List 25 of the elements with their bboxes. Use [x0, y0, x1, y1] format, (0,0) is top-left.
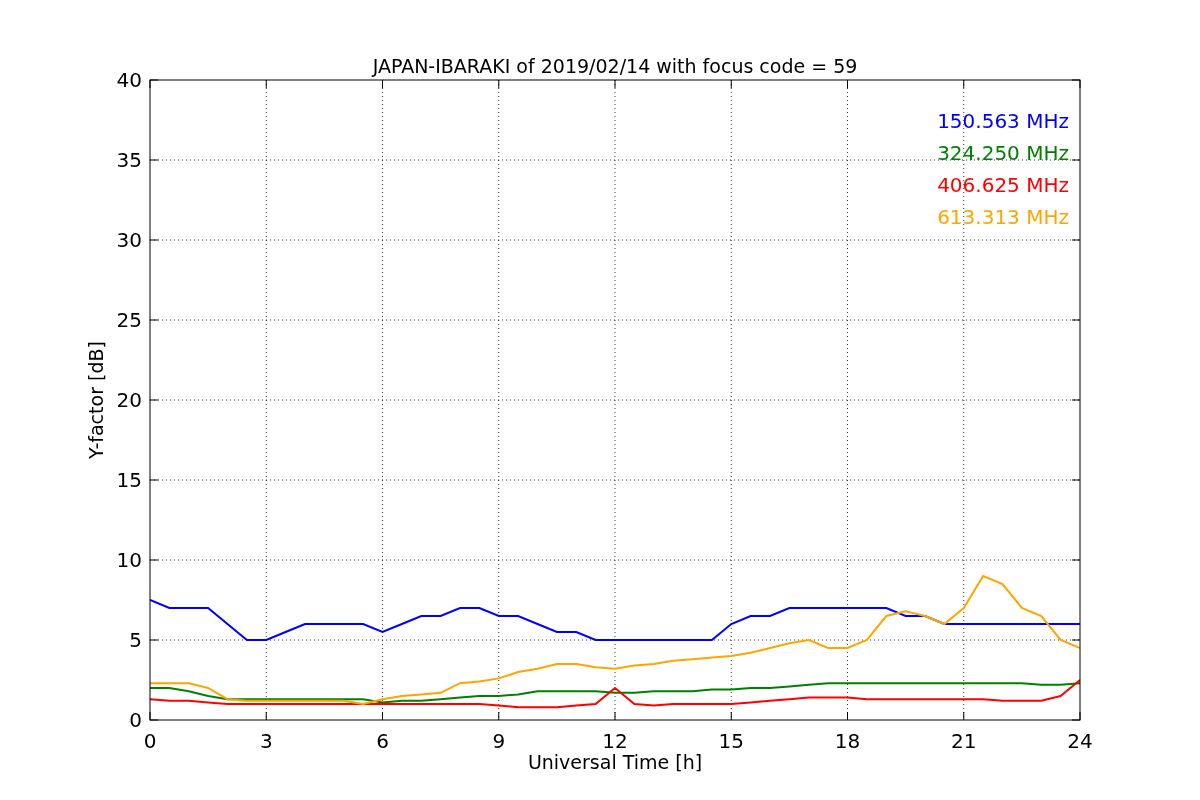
tick-label: 15: [116, 468, 142, 492]
tick-label: 30: [116, 228, 142, 252]
tick-label: 35: [116, 148, 142, 172]
tick-label: 12: [602, 729, 628, 753]
tick-label: 3: [259, 729, 273, 753]
x-axis-label: Universal Time [h]: [527, 751, 703, 773]
tick-label: 40: [116, 68, 142, 92]
tick-label: 0: [143, 729, 157, 753]
tick-label: 0: [129, 708, 142, 732]
legend-label: 324.250 MHz: [937, 141, 1069, 165]
tick-label: 24: [1067, 729, 1093, 753]
chart-title: JAPAN-IBARAKI of 2019/02/14 with focus code = 59: [372, 55, 858, 77]
tick-label: 6: [376, 729, 389, 753]
tick-label: 18: [834, 729, 861, 753]
tick-label: 10: [116, 548, 142, 572]
tick-label: 25: [116, 308, 142, 332]
y-axis-label: Y-factor [dB]: [85, 341, 107, 459]
tick-label: 15: [718, 729, 744, 753]
tick-label: 9: [492, 729, 506, 753]
tick-label: 20: [116, 388, 142, 412]
legend-label: 613.313 MHz: [937, 205, 1069, 229]
legend-label: 150.563 MHz: [937, 109, 1069, 133]
legend-label: 406.625 MHz: [937, 173, 1069, 197]
tick-label: 21: [951, 729, 977, 753]
tick-label: 5: [129, 628, 142, 652]
